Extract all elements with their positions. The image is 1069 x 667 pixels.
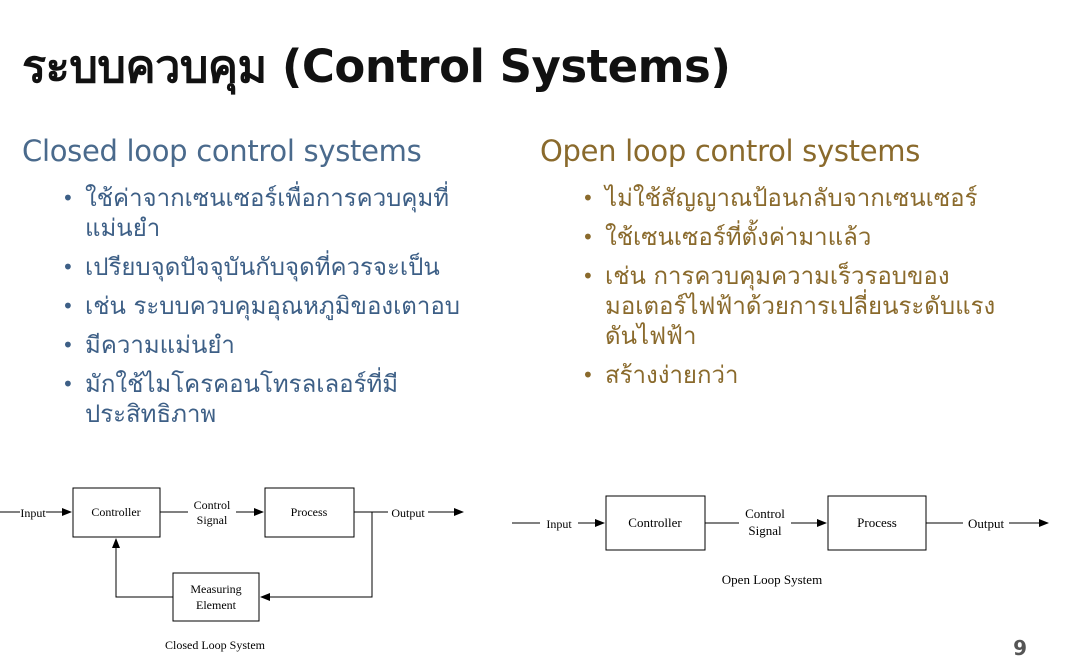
list-item: • เช่น การควบคุมความเร็วรอบของมอเตอร์ไฟฟ้… (580, 261, 1020, 351)
bullet-icon: • (582, 186, 594, 210)
bullet-icon: • (582, 264, 594, 288)
list-item: • ใช้เซนเซอร์ที่ตั้งค่ามาแล้ว (580, 222, 1020, 252)
input-label: Input (546, 517, 572, 531)
bullet-text: ไม่ใช้สัญญาณป้อนกลับจากเซนเซอร์ (605, 184, 978, 212)
controller-label: Controller (91, 505, 140, 519)
open-loop-caption: Open Loop System (722, 572, 822, 587)
measuring-label-line1: Measuring (190, 582, 241, 596)
bullet-icon: • (582, 363, 594, 387)
open-loop-heading: Open loop control systems (540, 134, 921, 168)
list-item: • มักใช้ไมโครคอนโทรลเลอร์ที่มีประสิทธิภาพ (60, 369, 505, 429)
control-signal-label-line1: Control (745, 506, 785, 521)
control-signal-label-line1: Control (194, 498, 231, 512)
controller-label: Controller (628, 515, 682, 530)
measuring-element-block (172, 572, 260, 622)
input-label: Input (20, 506, 46, 520)
bullet-icon: • (62, 186, 74, 210)
closed-loop-bullet-list: • ใช้ค่าจากเซนเซอร์เพื่อการควบคุมที่แม่นย… (60, 183, 505, 438)
bullet-icon: • (582, 225, 594, 249)
list-item: • ใช้ค่าจากเซนเซอร์เพื่อการควบคุมที่แม่นย… (60, 183, 505, 243)
list-item: • ไม่ใช้สัญญาณป้อนกลับจากเซนเซอร์ (580, 183, 1020, 213)
closed-loop-diagram: Input Controller Control Signal Process … (0, 487, 464, 652)
open-loop-bullet-list: • ไม่ใช้สัญญาณป้อนกลับจากเซนเซอร์ • ใช้เซน… (580, 183, 1020, 399)
bullet-text: ใช้ค่าจากเซนเซอร์เพื่อการควบคุมที่แม่นยำ (85, 184, 450, 242)
output-label: Output (391, 506, 425, 520)
bullet-icon: • (62, 372, 74, 396)
slide-title: ระบบควบคุม (Control Systems) (22, 40, 731, 93)
control-signal-label-line2: Signal (748, 523, 782, 538)
closed-loop-heading: Closed loop control systems (22, 134, 422, 168)
feedback-path-out (112, 538, 173, 598)
list-item: • สร้างง่ายกว่า (580, 360, 1020, 390)
process-label: Process (291, 505, 328, 519)
measuring-label-line2: Element (196, 598, 237, 612)
bullet-icon: • (62, 294, 74, 318)
bullet-text: ใช้เซนเซอร์ที่ตั้งค่ามาแล้ว (605, 223, 872, 251)
bullet-text: มักใช้ไมโครคอนโทรลเลอร์ที่มีประสิทธิภาพ (85, 370, 399, 428)
process-label: Process (857, 515, 897, 530)
bullet-text: เปรียบจุดปัจจุบันกับจุดที่ควรจะเป็น (85, 253, 440, 281)
list-item: • เปรียบจุดปัจจุบันกับจุดที่ควรจะเป็น (60, 252, 505, 282)
bullet-icon: • (62, 255, 74, 279)
bullet-icon: • (62, 333, 74, 357)
open-loop-diagram: Input Controller Control Signal Process … (512, 495, 1049, 587)
control-signal-label-line2: Signal (197, 513, 228, 527)
output-label: Output (968, 516, 1005, 531)
bullet-text: เช่น การควบคุมความเร็วรอบของมอเตอร์ไฟฟ้า… (605, 262, 996, 350)
closed-loop-caption: Closed Loop System (165, 638, 266, 652)
list-item: • มีความแม่นยำ (60, 330, 505, 360)
page-number: 9 (1013, 636, 1027, 660)
list-item: • เช่น ระบบควบคุมอุณหภูมิของเตาอบ (60, 291, 505, 321)
bullet-text: สร้างง่ายกว่า (605, 361, 739, 389)
bullet-text: เช่น ระบบควบคุมอุณหภูมิของเตาอบ (85, 292, 461, 320)
bullet-text: มีความแม่นยำ (85, 331, 235, 359)
